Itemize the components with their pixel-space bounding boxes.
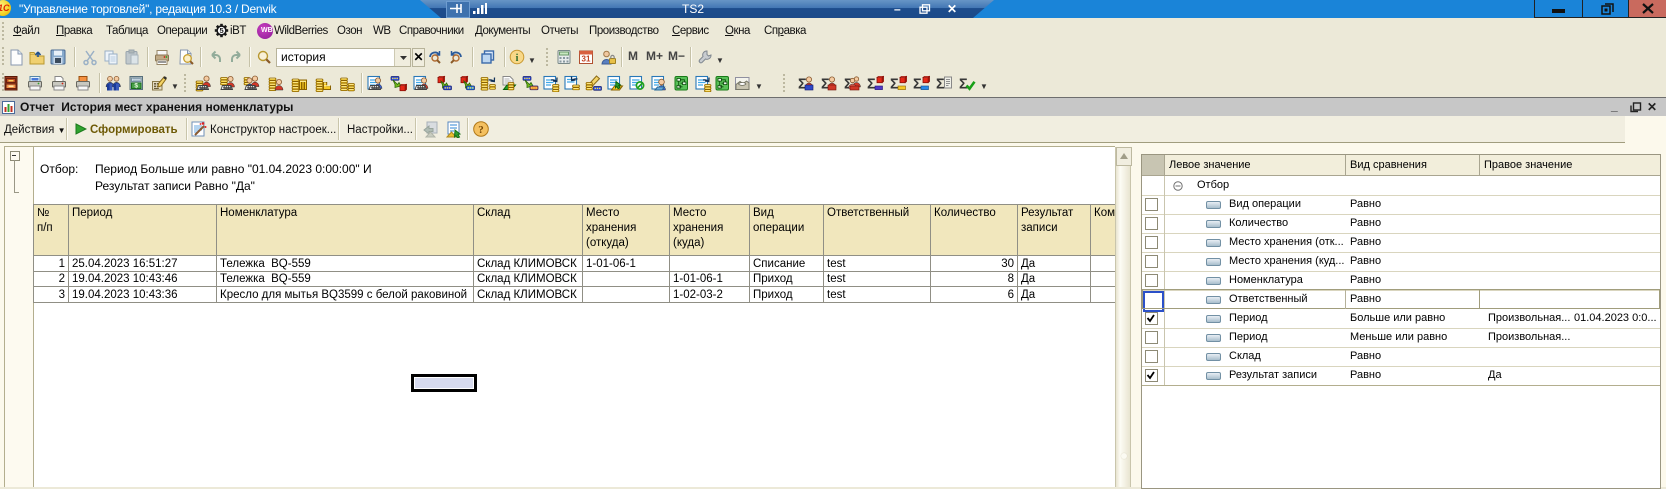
svg-text:Σ: Σ — [936, 77, 945, 93]
svg-text:Σ: Σ — [913, 77, 922, 93]
svg-text:5: 5 — [220, 26, 224, 35]
svg-text:Σ: Σ — [867, 77, 876, 93]
svg-text:i: i — [516, 53, 519, 64]
svg-text:$: $ — [134, 83, 138, 90]
svg-text:Σ: Σ — [890, 77, 899, 93]
svg-text:31: 31 — [582, 55, 591, 64]
svg-text:Σ: Σ — [959, 77, 968, 93]
svg-text:?: ? — [478, 124, 484, 136]
